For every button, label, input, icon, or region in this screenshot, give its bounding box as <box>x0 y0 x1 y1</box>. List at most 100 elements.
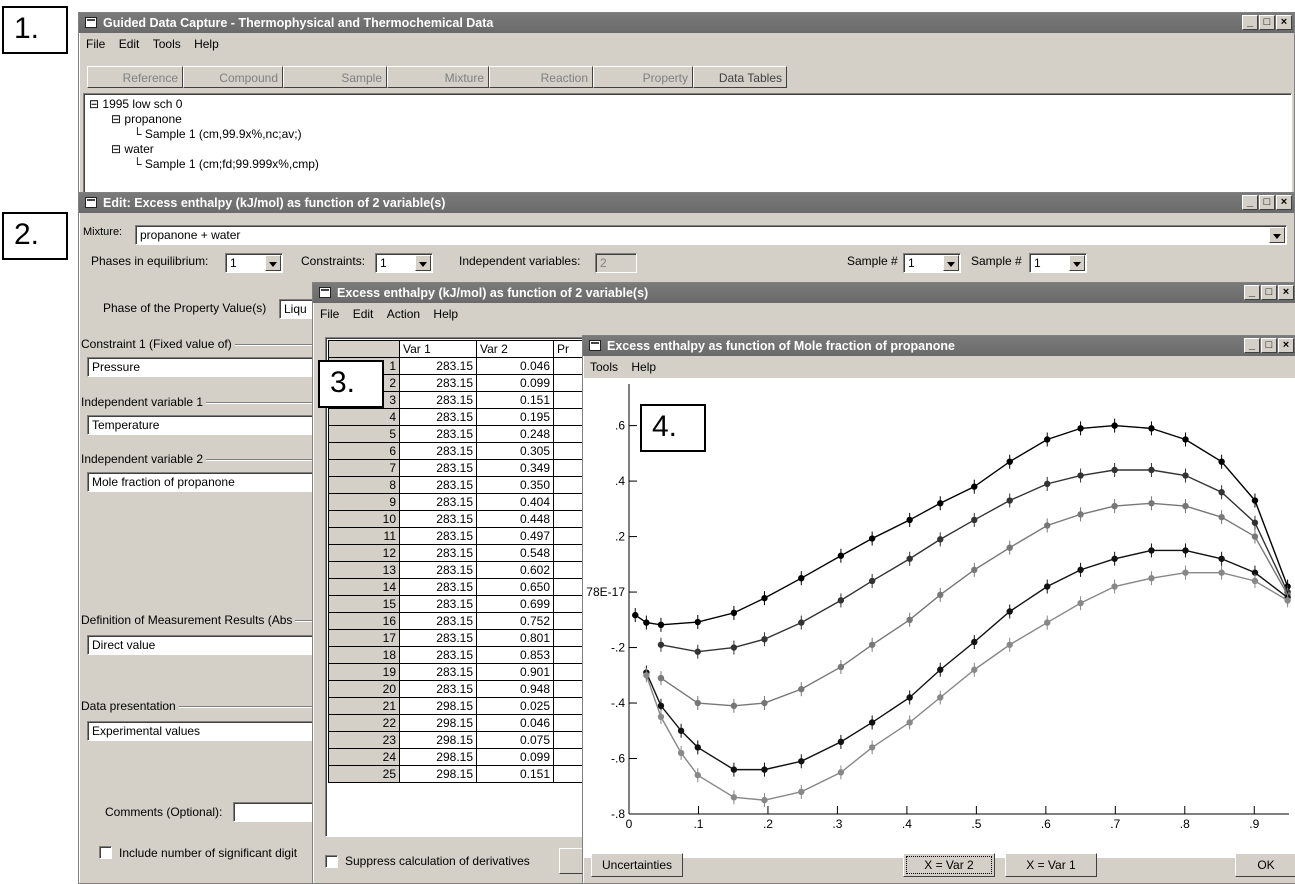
cell-var2[interactable]: 0.046 <box>476 357 554 375</box>
menu-tools[interactable]: Tools <box>590 360 618 374</box>
menu-file[interactable]: File <box>86 37 105 51</box>
table-row[interactable]: 18 283.15 0.853 <box>328 646 591 664</box>
chevron-down-icon[interactable] <box>415 255 431 271</box>
window-title-bar[interactable]: Edit: Excess enthalpy (kJ/mol) as functi… <box>79 193 1294 213</box>
table-row[interactable]: 23 298.15 0.075 <box>328 731 591 749</box>
row-header[interactable]: 4 <box>328 408 400 426</box>
sample-number-dropdown[interactable]: 1 <box>1029 253 1087 273</box>
table-row[interactable]: 8 283.15 0.350 <box>328 476 591 494</box>
window-title-bar[interactable]: Excess enthalpy as function of Mole frac… <box>583 336 1295 356</box>
table-row[interactable]: 24 298.15 0.099 <box>328 748 591 766</box>
column-header[interactable]: Var 1 <box>399 340 477 358</box>
table-row[interactable]: 10 283.15 0.448 <box>328 510 591 528</box>
window-title-bar[interactable]: Excess enthalpy (kJ/mol) as function of … <box>313 283 1295 303</box>
cell-var2[interactable]: 0.025 <box>476 697 554 715</box>
table-row[interactable]: 25 298.15 0.151 <box>328 765 591 783</box>
independent-variable2-field[interactable]: Mole fraction of propanone <box>87 472 321 492</box>
table-row[interactable]: 12 283.15 0.548 <box>328 544 591 562</box>
cell-var1[interactable]: 298.15 <box>399 714 477 732</box>
row-header[interactable]: 23 <box>328 731 400 749</box>
tree-node-propanone[interactable]: ⊟ propanone <box>111 112 319 127</box>
cell-var2[interactable]: 0.349 <box>476 459 554 477</box>
definition-field[interactable]: Direct value <box>87 635 321 655</box>
chevron-down-icon[interactable] <box>265 255 281 271</box>
cell-var2[interactable]: 0.801 <box>476 629 554 647</box>
minimize-icon[interactable]: _ <box>1244 338 1260 353</box>
tab-mixture[interactable]: Mixture <box>387 66 489 88</box>
partial-button[interactable] <box>559 848 583 874</box>
suppress-derivatives-checkbox[interactable] <box>325 855 338 868</box>
table-row[interactable]: 16 283.15 0.752 <box>328 612 591 630</box>
constraints-dropdown[interactable]: 1 <box>375 253 433 273</box>
tree-collapse-icon[interactable]: ⊟ <box>111 112 121 126</box>
close-icon[interactable]: × <box>1276 15 1292 30</box>
tab-sample[interactable]: Sample <box>283 66 387 88</box>
row-header[interactable]: 16 <box>328 612 400 630</box>
cell-var1[interactable]: 283.15 <box>399 357 477 375</box>
sample-number-dropdown[interactable]: 1 <box>903 253 961 273</box>
cell-var2[interactable]: 0.305 <box>476 442 554 460</box>
cell-var1[interactable]: 283.15 <box>399 680 477 698</box>
row-header[interactable]: 12 <box>328 544 400 562</box>
maximize-icon[interactable]: □ <box>1259 195 1275 210</box>
tree-collapse-icon[interactable]: ⊟ <box>89 97 99 111</box>
row-header[interactable]: 15 <box>328 595 400 613</box>
cell-var1[interactable]: 283.15 <box>399 527 477 545</box>
row-header[interactable]: 21 <box>328 697 400 715</box>
x-equals-var2-button[interactable]: X = Var 2 <box>903 853 995 877</box>
cell-var1[interactable]: 283.15 <box>399 408 477 426</box>
uncertainties-button[interactable]: Uncertainties <box>591 853 683 877</box>
table-row[interactable]: 7 283.15 0.349 <box>328 459 591 477</box>
table-row[interactable]: 21 298.15 0.025 <box>328 697 591 715</box>
menu-edit[interactable]: Edit <box>119 37 140 51</box>
table-row[interactable]: 6 283.15 0.305 <box>328 442 591 460</box>
tab-reaction[interactable]: Reaction <box>489 66 593 88</box>
maximize-icon[interactable]: □ <box>1261 285 1277 300</box>
cell-var2[interactable]: 0.099 <box>476 748 554 766</box>
row-header[interactable]: 17 <box>328 629 400 647</box>
cell-var2[interactable]: 0.075 <box>476 731 554 749</box>
phases-dropdown[interactable]: 1 <box>225 253 283 273</box>
row-header[interactable]: 8 <box>328 476 400 494</box>
table-row[interactable]: 13 283.15 0.602 <box>328 561 591 579</box>
chevron-down-icon[interactable] <box>1069 255 1085 271</box>
cell-var1[interactable]: 283.15 <box>399 578 477 596</box>
window-title-bar[interactable]: Guided Data Capture - Thermophysical and… <box>79 13 1294 33</box>
cell-var1[interactable]: 283.15 <box>399 374 477 392</box>
cell-var1[interactable]: 283.15 <box>399 646 477 664</box>
row-header[interactable]: 19 <box>328 663 400 681</box>
cell-var1[interactable]: 283.15 <box>399 629 477 647</box>
data-presentation-field[interactable]: Experimental values <box>87 721 321 741</box>
menu-tools[interactable]: Tools <box>153 37 181 51</box>
minimize-icon[interactable]: _ <box>1242 15 1258 30</box>
cell-var1[interactable]: 298.15 <box>399 748 477 766</box>
cell-var2[interactable]: 0.404 <box>476 493 554 511</box>
cell-var2[interactable]: 0.650 <box>476 578 554 596</box>
maximize-icon[interactable]: □ <box>1259 15 1275 30</box>
cell-var2[interactable]: 0.448 <box>476 510 554 528</box>
row-header[interactable]: 10 <box>328 510 400 528</box>
cell-var2[interactable]: 0.350 <box>476 476 554 494</box>
tab-compound[interactable]: Compound <box>183 66 283 88</box>
menu-file[interactable]: File <box>320 307 339 321</box>
ok-button[interactable]: OK <box>1235 853 1295 877</box>
cell-var1[interactable]: 298.15 <box>399 765 477 783</box>
tree-node-water[interactable]: ⊟ water <box>111 142 319 157</box>
cell-var1[interactable]: 298.15 <box>399 731 477 749</box>
table-row[interactable]: 4 283.15 0.195 <box>328 408 591 426</box>
tree-collapse-icon[interactable]: ⊟ <box>111 142 121 156</box>
row-header[interactable]: 6 <box>328 442 400 460</box>
independent-variable1-field[interactable]: Temperature <box>87 415 321 435</box>
table-row[interactable]: 14 283.15 0.650 <box>328 578 591 596</box>
cell-var1[interactable]: 283.15 <box>399 544 477 562</box>
cell-var1[interactable]: 283.15 <box>399 510 477 528</box>
close-icon[interactable]: × <box>1278 338 1294 353</box>
row-header[interactable]: 25 <box>328 765 400 783</box>
x-equals-var1-button[interactable]: X = Var 1 <box>1005 853 1097 877</box>
tree-root[interactable]: ⊟ 1995 low sch 0 <box>89 97 319 112</box>
menu-help[interactable]: Help <box>433 307 458 321</box>
cell-var2[interactable]: 0.046 <box>476 714 554 732</box>
tab-data-tables[interactable]: Data Tables <box>693 66 787 88</box>
tree-node-sample[interactable]: └ Sample 1 (cm,99.9x%,nc;av;) <box>133 127 319 142</box>
mixture-dropdown[interactable]: propanone + water <box>135 225 1287 245</box>
